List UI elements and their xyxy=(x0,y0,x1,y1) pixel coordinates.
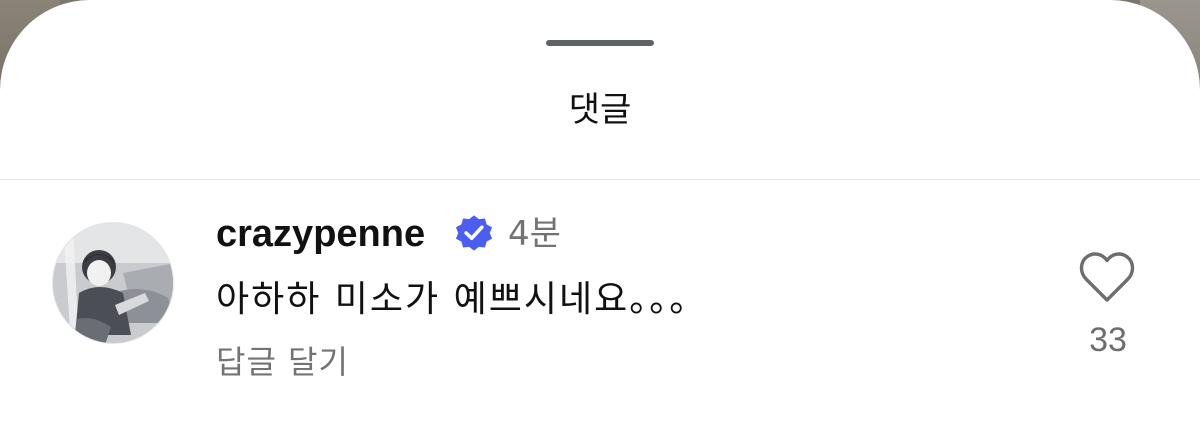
reply-button[interactable]: 답글 달기 xyxy=(216,340,349,384)
sheet-title: 댓글 xyxy=(568,90,632,130)
comments-sheet: 댓글 crazypenne 4분 아하하 미소가 예쁘시네요。。。 답글 달기 … xyxy=(0,0,1200,421)
avatar[interactable] xyxy=(52,222,174,344)
comment-username[interactable]: crazypenne xyxy=(216,210,425,258)
verified-badge-icon xyxy=(455,215,493,251)
like-count: 33 xyxy=(1089,321,1127,359)
avatar-illustration xyxy=(53,223,173,343)
comment-timestamp: 4분 xyxy=(508,214,561,254)
comment-text: 아하하 미소가 예쁘시네요。。。 xyxy=(216,279,708,320)
heart-outline-icon[interactable] xyxy=(1078,250,1136,304)
header-divider xyxy=(0,179,1200,180)
sheet-drag-handle[interactable] xyxy=(546,40,654,46)
